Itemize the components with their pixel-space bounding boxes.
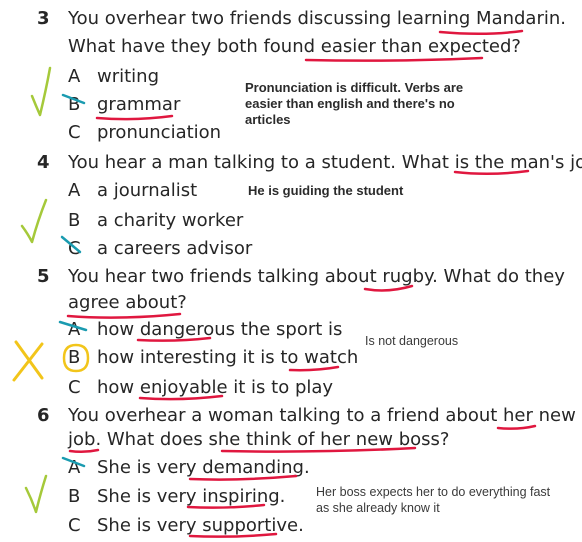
q4-option-c-letter: C	[68, 238, 81, 259]
q5-option-a-text[interactable]: how dangerous the sport is	[97, 321, 342, 339]
q6-option-a-text[interactable]: She is very demanding.	[97, 459, 310, 477]
question-6-line1: You overhear a woman talking to a friend…	[68, 405, 576, 426]
underline-new	[496, 424, 537, 430]
q5-option-c-letter: C	[68, 377, 81, 398]
tick-q3	[30, 66, 52, 117]
question-5-line2: agree about?	[68, 292, 187, 313]
q3-option-b-letter: B	[68, 94, 81, 115]
underline-easier-than-expected	[304, 56, 484, 62]
q5-annotation: Is not dangerous	[365, 334, 459, 348]
question-5-line1: You hear two friends talking about rugby…	[68, 266, 565, 287]
q3-option-b-text[interactable]: grammar	[97, 96, 180, 114]
q6-option-a-letter: A	[68, 457, 81, 478]
question-6-number: 6	[37, 405, 50, 426]
underline-agree-about	[66, 312, 182, 319]
q5-option-c-text[interactable]: how enjoyable it is to play	[97, 379, 333, 397]
question-3-number: 3	[37, 8, 50, 29]
question-6-line2: job. What does she think of her new boss…	[68, 429, 450, 450]
tick-q4	[20, 198, 48, 244]
q3-option-c-letter: C	[68, 122, 81, 143]
q4-option-b-text[interactable]: a charity worker	[97, 212, 243, 230]
underline-job	[68, 448, 100, 454]
q4-option-a-letter: A	[68, 180, 81, 201]
q6-annotation: Her boss expects her to do everything fa…	[316, 485, 551, 515]
q6-option-b-letter: B	[68, 486, 81, 507]
q6-option-c-text[interactable]: She is very supportive.	[97, 517, 304, 535]
q3-option-c-text[interactable]: pronunciation	[97, 124, 221, 142]
question-3-line2: What have they both found easier than ex…	[68, 36, 521, 57]
q4-option-a-text[interactable]: a journalist	[97, 182, 197, 200]
tick-q6	[24, 474, 48, 514]
q5-option-b-text[interactable]: how interesting it is to watch	[97, 349, 358, 367]
question-3-line1: You overhear two friends discussing lear…	[68, 8, 566, 29]
q3-option-a-text[interactable]: writing	[97, 68, 159, 86]
q4-option-b-letter: B	[68, 210, 81, 231]
cross-q5-line2	[12, 342, 44, 382]
q6-option-c-letter: C	[68, 515, 81, 536]
underline-grammar	[95, 114, 174, 121]
underline-mandarin	[438, 29, 524, 36]
question-5-number: 5	[37, 266, 50, 287]
q3-option-a-letter: A	[68, 66, 81, 87]
q5-option-b-letter: B	[68, 347, 81, 368]
q6-option-b-text[interactable]: She is very inspiring.	[97, 488, 285, 506]
q3-annotation: Pronunciation is difficult. Verbs are ea…	[245, 80, 464, 127]
q5-option-a-letter: A	[68, 319, 81, 340]
question-4-line1: You hear a man talking to a student. Wha…	[68, 152, 582, 173]
question-4-number: 4	[37, 152, 50, 173]
q4-option-c-text[interactable]: a careers advisor	[97, 240, 252, 258]
q4-annotation: He is guiding the student	[248, 183, 404, 198]
cross-q5-line1	[14, 340, 44, 380]
